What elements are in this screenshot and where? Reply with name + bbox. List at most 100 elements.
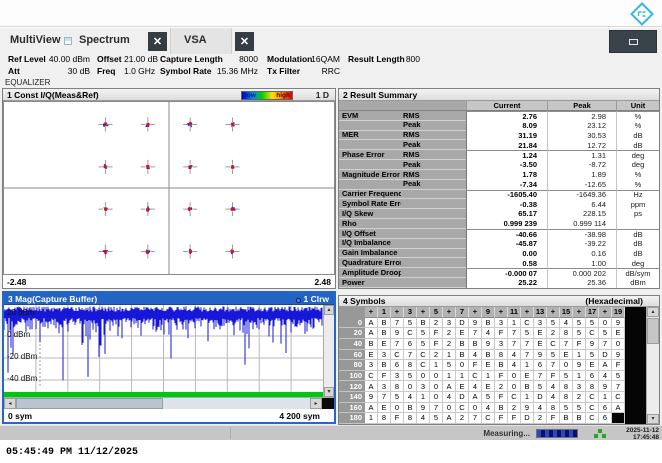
- close-spectrum-tab-button[interactable]: ✕: [148, 32, 167, 51]
- symbols-filler: [625, 392, 648, 403]
- result-summary-panel: 2 Result Summary Current Peak Unit EVMRM…: [338, 88, 660, 289]
- symbol-cell: E: [456, 381, 469, 392]
- symbol-cell: [612, 413, 625, 424]
- symbol-cell: C: [547, 339, 560, 350]
- symbols-row-label: 80: [339, 360, 365, 371]
- const-axis-max: 2.48: [314, 277, 331, 287]
- symbol-cell: 8: [495, 350, 508, 361]
- status-date: 2025-11-12: [626, 427, 659, 434]
- result-sub-cell: Peak: [401, 140, 466, 150]
- rohde-schwarz-logo: [630, 2, 654, 26]
- trace-indicator-icon: [296, 298, 301, 303]
- symbols-panel-titlebar[interactable]: 4 Symbols (Hexadecimal): [339, 296, 659, 307]
- symbol-cell: 9: [469, 318, 482, 329]
- symbol-cell: 1: [365, 413, 378, 424]
- modulation-value[interactable]: 16QAM: [300, 54, 340, 64]
- result-sub-cell: RMS: [401, 170, 466, 180]
- scroll-down-button[interactable]: ▾: [324, 387, 334, 397]
- symbol-cell: 1: [456, 371, 469, 382]
- symbol-cell: 2: [573, 392, 586, 403]
- display-menu-button[interactable]: [609, 30, 657, 53]
- result-peak-cell: 12.72: [547, 140, 616, 150]
- tab-vsa-label[interactable]: VSA: [184, 34, 207, 46]
- result-sub-cell: [401, 249, 466, 259]
- result-name-cell: I/Q Offset: [339, 229, 401, 239]
- y-label-m40dbm: -40 dBm: [7, 375, 37, 383]
- symbol-cell: 4: [482, 328, 495, 339]
- mag-horizontal-scrollbar[interactable]: ◂ ▸: [4, 397, 334, 409]
- symbol-cell: B: [560, 413, 573, 424]
- const-panel-titlebar[interactable]: 1 Const I/Q(Meas&Ref) low high 1 D: [3, 89, 335, 101]
- measuring-status-label: Measuring...: [483, 429, 530, 438]
- symbols-row-label: 100: [339, 371, 365, 382]
- column-peak: Peak: [547, 101, 616, 111]
- symbol-cell: D: [456, 318, 469, 329]
- symbols-col-header: +: [417, 307, 430, 318]
- scroll-left-button[interactable]: ◂: [4, 398, 16, 409]
- mag-trace-label: 1 Clrw: [303, 294, 329, 304]
- symbol-cell: 5: [482, 392, 495, 403]
- symbol-cell: 5: [430, 413, 443, 424]
- symbol-cell: E: [586, 360, 599, 371]
- symbols-scrollbar[interactable]: ▴ ▾: [646, 307, 659, 424]
- symbol-cell: 0: [508, 381, 521, 392]
- symbol-cell: F: [495, 413, 508, 424]
- symbol-cell: 4: [469, 350, 482, 361]
- symbol-cell: 3: [378, 350, 391, 361]
- symbol-rate-value[interactable]: 15.36 MHz: [202, 66, 258, 76]
- symbol-cell: C: [521, 318, 534, 329]
- symbol-cell: B: [417, 318, 430, 329]
- mag-vertical-scrollbar[interactable]: ▴ ▾: [323, 305, 334, 397]
- capture-length-value[interactable]: 8000: [202, 54, 258, 64]
- symbol-cell: E: [378, 403, 391, 414]
- result-name-cell: Amplitude Droop: [339, 268, 401, 278]
- result-sub-cell: Peak: [401, 180, 466, 190]
- ref-level-value[interactable]: 40.00 dBm: [44, 54, 90, 64]
- scrollbar-track[interactable]: [16, 398, 310, 409]
- tab-multiview[interactable]: MultiView: [10, 34, 61, 46]
- scroll-up-button[interactable]: ▴: [324, 305, 334, 315]
- att-value[interactable]: 30 dB: [44, 66, 90, 76]
- symbol-cell: 3: [391, 371, 404, 382]
- result-name-cell: Phase Error: [339, 150, 401, 160]
- tab-spectrum[interactable]: Spectrum: [79, 34, 130, 46]
- scroll-down-button[interactable]: ▾: [647, 414, 659, 424]
- symbol-cell: 7: [404, 350, 417, 361]
- symbol-cell: 9: [573, 360, 586, 371]
- symbol-cell: 7: [391, 318, 404, 329]
- symbol-cell: 8: [378, 413, 391, 424]
- result-length-value[interactable]: 800: [398, 54, 420, 64]
- result-name-cell: Rho: [339, 219, 401, 229]
- column-unit: Unit: [616, 101, 659, 111]
- column-current: Current: [466, 101, 547, 111]
- result-unit-cell: %: [616, 111, 659, 121]
- symbol-cell: 5: [586, 318, 599, 329]
- result-current-cell: 25.22: [466, 278, 547, 288]
- result-name-cell: Gain Imbalance: [339, 249, 401, 259]
- symbol-cell: 5: [612, 371, 625, 382]
- freq-value[interactable]: 1.0 GHz: [124, 66, 155, 76]
- scrollbar-thumb[interactable]: [16, 398, 163, 409]
- result-panel-titlebar[interactable]: 2 Result Summary: [339, 89, 659, 101]
- symbols-corner-cell: [339, 307, 365, 318]
- result-row: I/Q Offset-40.66-38.98dB: [339, 229, 659, 239]
- monitor-icon: [629, 39, 638, 45]
- result-peak-cell: -1649.36: [547, 190, 616, 200]
- mag-panel-titlebar[interactable]: 3 Mag(Capture Buffer) 1 Clrw: [4, 293, 334, 305]
- symbol-cell: B: [378, 360, 391, 371]
- symbol-cell: 7: [599, 339, 612, 350]
- symbol-cell: E: [482, 381, 495, 392]
- close-vsa-tab-button[interactable]: ✕: [235, 32, 254, 51]
- symbol-cell: 6: [391, 360, 404, 371]
- tx-filter-value[interactable]: RRC: [300, 66, 340, 76]
- symbol-cell: 4: [560, 318, 573, 329]
- const-x-axis: -2.48 2.48: [3, 275, 335, 288]
- offset-value[interactable]: 21.00 dB: [124, 54, 158, 64]
- scroll-right-button[interactable]: ▸: [310, 398, 322, 409]
- symbol-cell: 1: [521, 392, 534, 403]
- symbols-col-header: 13: [534, 307, 547, 318]
- symbol-cell: 9: [534, 350, 547, 361]
- scrollbar-thumb[interactable]: [647, 318, 659, 344]
- scroll-up-button[interactable]: ▴: [647, 307, 659, 317]
- result-current-cell: -1605.40: [466, 190, 547, 200]
